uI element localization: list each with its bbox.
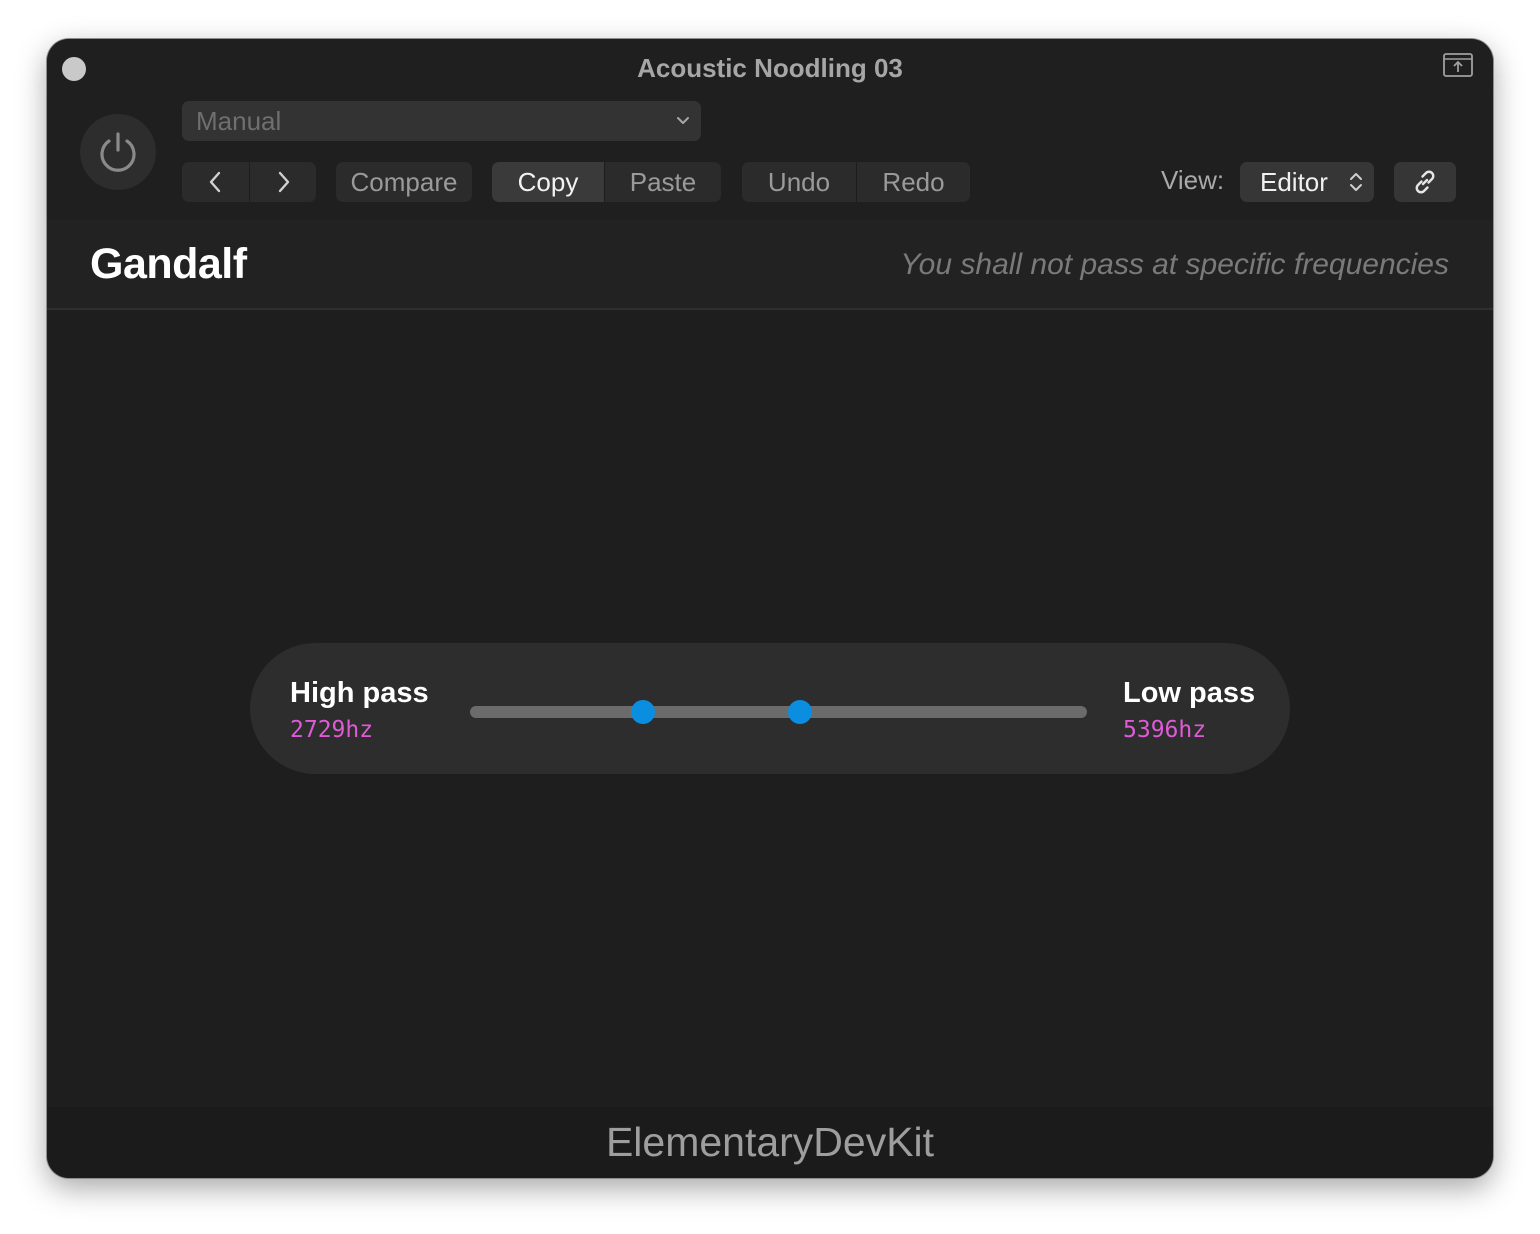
previous-preset-button[interactable] xyxy=(182,162,249,202)
undo-button[interactable]: Undo xyxy=(742,162,856,202)
paste-button[interactable]: Paste xyxy=(604,162,721,202)
preset-value: Manual xyxy=(196,105,282,136)
power-icon xyxy=(100,132,136,172)
chevron-right-icon xyxy=(278,171,290,193)
plugin-window: Acoustic Noodling 03 Manual Compare Copy… xyxy=(47,39,1493,1178)
compare-button[interactable]: Compare xyxy=(336,162,472,202)
high-pass-value: 2729hz xyxy=(290,717,374,743)
chevron-left-icon xyxy=(209,171,220,193)
low-pass-value: 5396hz xyxy=(1123,717,1207,743)
chevron-down-icon xyxy=(677,117,689,124)
copy-button[interactable]: Copy xyxy=(492,162,604,202)
window-upload-icon[interactable] xyxy=(1443,53,1473,77)
plugin-tagline: You shall not pass at specific frequenci… xyxy=(900,248,1449,281)
undo-redo-group: Undo Redo xyxy=(742,162,970,202)
link-icon xyxy=(1415,170,1435,194)
power-button[interactable] xyxy=(80,114,156,190)
compare-group: Compare xyxy=(336,162,472,202)
plugin-header: Gandalf You shall not pass at specific f… xyxy=(47,220,1493,310)
link-button[interactable] xyxy=(1394,162,1456,202)
frequency-range-slider[interactable] xyxy=(470,706,1087,718)
filter-panel: High pass 2729hz Low pass 5396hz xyxy=(250,643,1290,774)
plugin-main: High pass 2729hz Low pass 5396hz xyxy=(47,310,1493,1107)
low-pass-label: Low pass xyxy=(1123,677,1256,709)
low-pass-handle[interactable] xyxy=(788,700,813,724)
redo-button[interactable]: Redo xyxy=(856,162,970,202)
view-label: View: xyxy=(1161,165,1225,195)
view-value: Editor xyxy=(1260,166,1328,197)
toolbar: Acoustic Noodling 03 Manual Compare Copy… xyxy=(47,39,1493,220)
window-title: Acoustic Noodling 03 xyxy=(637,53,903,83)
updown-chevron-icon xyxy=(1350,173,1362,191)
preset-nav-group xyxy=(182,162,316,202)
view-select[interactable]: Editor xyxy=(1240,162,1374,202)
copy-paste-group: Copy Paste xyxy=(492,162,721,202)
high-pass-handle[interactable] xyxy=(630,700,655,724)
high-pass-label: High pass xyxy=(290,677,429,709)
preset-dropdown[interactable]: Manual xyxy=(182,101,701,141)
next-preset-button[interactable] xyxy=(249,162,316,202)
footer-brand: ElementaryDevKit xyxy=(47,1107,1493,1178)
plugin-name: Gandalf xyxy=(90,240,247,288)
